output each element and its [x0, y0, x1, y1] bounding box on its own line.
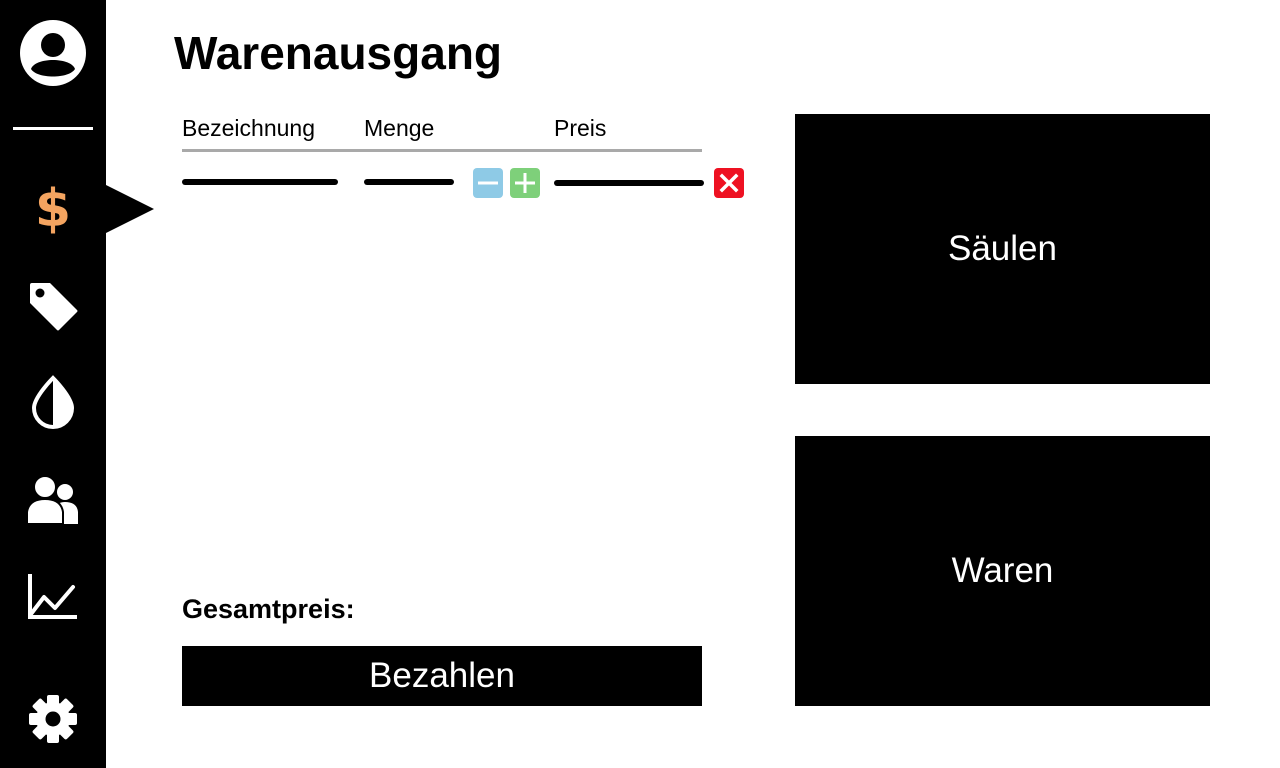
price-tag-icon[interactable] — [0, 278, 106, 334]
column-header-bezeichnung: Bezeichnung — [182, 115, 315, 141]
column-header-menge: Menge — [364, 115, 435, 141]
increase-quantity-button[interactable] — [510, 168, 540, 198]
gear-icon[interactable] — [0, 690, 106, 748]
sidebar-divider — [13, 127, 93, 130]
remove-item-button[interactable] — [714, 168, 744, 198]
preis-placeholder — [554, 180, 704, 186]
dollar-glyph: $ — [34, 179, 72, 239]
active-indicator-arrow — [106, 185, 154, 233]
drop-icon[interactable] — [0, 374, 106, 430]
table-header-rule — [182, 149, 702, 152]
sidebar: $ — [0, 0, 106, 768]
tile-waren[interactable]: Waren — [795, 436, 1210, 706]
bezeichnung-placeholder — [182, 179, 338, 185]
total-price-label: Gesamtpreis: — [182, 594, 355, 624]
pay-button[interactable]: Bezahlen — [182, 646, 702, 706]
line-chart-icon[interactable] — [0, 570, 106, 622]
users-icon[interactable] — [0, 472, 106, 526]
user-profile-icon[interactable] — [0, 18, 106, 88]
page-title: Warenausgang — [174, 27, 503, 79]
tile-saeulen[interactable]: Säulen — [795, 114, 1210, 384]
column-header-preis: Preis — [554, 115, 607, 141]
dollar-icon[interactable]: $ — [0, 180, 106, 238]
decrease-quantity-button[interactable] — [473, 168, 503, 198]
menge-placeholder — [364, 179, 454, 185]
